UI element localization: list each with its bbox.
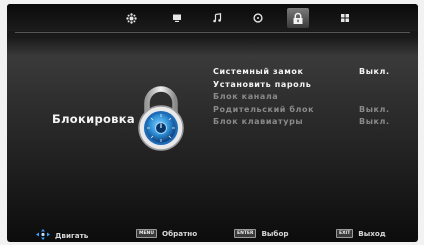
clock-icon — [253, 13, 263, 23]
hint-exit-label: Выход — [358, 229, 386, 238]
button-hint-bar: Двигать MENU Обратно ENTER Выбор EXIT Вы… — [7, 227, 418, 242]
hint-exit: EXIT Выход — [336, 229, 386, 238]
menu-item-label: Установить пароль — [213, 79, 312, 89]
tab-picture[interactable] — [120, 8, 142, 28]
monitor-icon — [172, 13, 182, 23]
settings-tab-bar — [7, 4, 418, 31]
menu-item-channel-block[interactable]: Блок канала — [213, 92, 403, 105]
dpad-icon — [36, 229, 50, 242]
hint-select: ENTER Выбор — [234, 229, 289, 238]
menu-item-label: Блок канала — [213, 92, 279, 101]
grid-icon — [340, 13, 350, 23]
lock-settings-menu: Системный замок Выкл. Установить пароль … — [213, 67, 403, 130]
tab-lock[interactable] — [287, 8, 309, 28]
exit-key-icon: EXIT — [336, 229, 354, 238]
hint-back-label: Обратно — [161, 229, 198, 238]
menu-item-parental-block[interactable]: Родительский блок Выкл. — [213, 105, 403, 118]
tv-screen: Блокировка Системный замок Выкл. Установ… — [7, 4, 418, 242]
tab-sound[interactable] — [206, 8, 228, 28]
menu-item-value: Выкл. — [359, 104, 390, 114]
menu-item-value: Выкл. — [359, 67, 390, 76]
tab-divider — [15, 32, 410, 33]
hint-move: Двигать — [36, 229, 88, 242]
tab-setup[interactable] — [334, 8, 356, 28]
menu-item-value: Выкл. — [359, 117, 390, 126]
menu-item-keypad-block[interactable]: Блок клавиатуры Выкл. — [213, 117, 403, 130]
hint-back: MENU Обратно — [136, 229, 197, 238]
picture-icon — [125, 12, 137, 24]
menu-item-label: Родительский блок — [213, 104, 315, 114]
menu-item-label: Блок клавиатуры — [213, 117, 304, 126]
tab-screen[interactable] — [166, 8, 188, 28]
hint-select-label: Выбор — [261, 229, 289, 238]
padlock-dial-icon — [131, 84, 191, 154]
tab-time[interactable] — [247, 8, 269, 28]
enter-key-icon: ENTER — [234, 229, 257, 238]
lock-icon — [292, 12, 304, 25]
section-title: Блокировка — [52, 112, 135, 126]
hint-move-label: Двигать — [55, 231, 89, 240]
music-note-icon — [212, 13, 222, 23]
menu-item-label: Системный замок — [213, 67, 304, 76]
menu-item-set-password[interactable]: Установить пароль — [213, 80, 403, 93]
menu-item-system-lock[interactable]: Системный замок Выкл. — [213, 67, 403, 80]
menu-key-icon: MENU — [136, 229, 157, 238]
